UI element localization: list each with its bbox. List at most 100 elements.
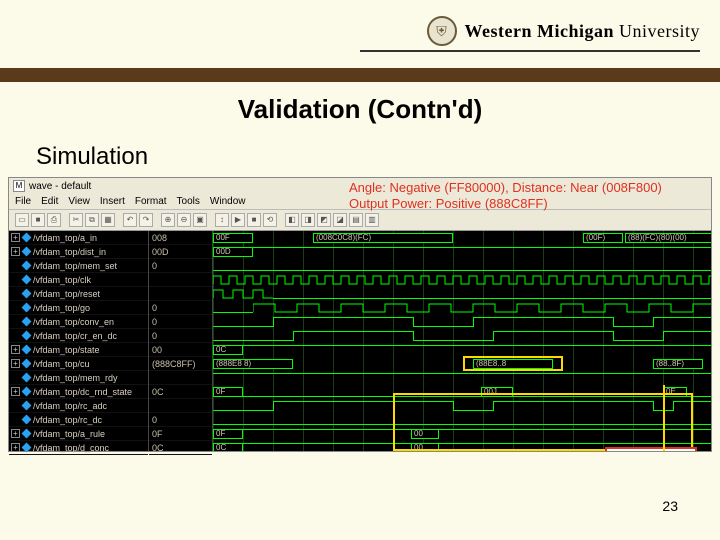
signal-diamond-icon [22,275,32,285]
signal-diamond-icon [22,317,32,327]
signal-row[interactable]: + /vfdam_top/a_rule [9,427,148,441]
signal-row[interactable]: + /vfdam_top/a_in [9,231,148,245]
signal-name: /vfdam_top/dc_rnd_state [33,387,132,397]
signal-name: /vfdam_top/state [33,345,100,355]
tool-redo-icon[interactable]: ↷ [139,213,153,227]
tool-restart-icon[interactable]: ⟲ [263,213,277,227]
signal-row[interactable]: + /vfdam_top/d_conc [9,441,148,455]
tool-misc6-icon[interactable]: ▥ [365,213,379,227]
signal-row[interactable]: /vfdam_top/clk [9,273,148,287]
signal-diamond-icon [22,247,32,257]
signal-row[interactable]: /vfdam_top/rc_adc [9,399,148,413]
signal-name: /vfdam_top/d_conc [33,443,109,453]
highlight-box-states [393,393,693,451]
signal-value [149,399,212,413]
expand-icon[interactable]: + [11,429,20,438]
tool-misc2-icon[interactable]: ◨ [301,213,315,227]
page-title: Validation (Contn'd) [0,94,720,125]
tool-misc4-icon[interactable]: ◪ [333,213,347,227]
signal-value: 0C [149,441,212,455]
signal-value: 0F [149,427,212,441]
highlight-box [463,356,563,371]
signal-value: 0 [149,413,212,427]
tool-print-icon[interactable]: ⎙ [47,213,61,227]
signal-name: /vfdam_top/dist_in [33,247,106,257]
signal-diamond-icon [22,373,32,383]
tool-misc5-icon[interactable]: ▤ [349,213,363,227]
signal-value: 0C [149,385,212,399]
signal-diamond-icon [22,443,32,453]
header-divider [360,50,700,52]
signal-name: /vfdam_top/a_in [33,233,97,243]
signal-name: /vfdam_top/cr_en_dc [33,331,117,341]
signal-row[interactable]: + /vfdam_top/state [9,343,148,357]
tool-copy-icon[interactable]: ⧉ [85,213,99,227]
signal-names-panel: + /vfdam_top/a_in + /vfdam_top/dist_in/vfda… [9,231,149,451]
expand-icon[interactable]: + [11,233,20,242]
expand-icon[interactable]: + [11,359,20,368]
expand-icon[interactable]: + [11,345,20,354]
toolbar: ▭ ■ ⎙ ✂ ⧉ ▦ ↶ ↷ ⊕ ⊖ ▣ ↕ ▶ ■ ⟲ ◧ ◨ ◩ ◪ ▤ … [9,210,711,231]
menu-insert[interactable]: Insert [100,196,125,207]
tool-paste-icon[interactable]: ▦ [101,213,115,227]
menu-view[interactable]: View [68,196,90,207]
expand-icon[interactable]: + [11,443,20,452]
annotation-angle-distance: Angle: Negative (FF80000), Distance: Nea… [349,180,662,195]
signal-row[interactable]: /vfdam_top/conv_en [9,315,148,329]
signal-value: 0 [149,315,212,329]
tool-zoomout-icon[interactable]: ⊖ [177,213,191,227]
tool-save-icon[interactable]: ■ [31,213,45,227]
tool-open-icon[interactable]: ▭ [15,213,29,227]
tool-undo-icon[interactable]: ↶ [123,213,137,227]
signal-row[interactable]: /vfdam_top/mem_rdy [9,371,148,385]
signal-name: /vfdam_top/a_rule [33,429,105,439]
signal-row[interactable]: + /vfdam_top/dc_rnd_state [9,385,148,399]
tool-cursor-icon[interactable]: ↕ [215,213,229,227]
signal-value: 00 [149,343,212,357]
signal-value [149,273,212,287]
signal-value [149,371,212,385]
signal-value: 00D [149,245,212,259]
waveform-panel[interactable]: 00F(008C0C8)(FC)(00F)(88)(FC)(80)(00)00D… [213,231,711,451]
expand-icon[interactable]: + [11,247,20,256]
signal-diamond-icon [22,359,32,369]
tool-cut-icon[interactable]: ✂ [69,213,83,227]
signal-row[interactable]: /vfdam_top/go [9,301,148,315]
signal-row[interactable]: /vfdam_top/mem_set [9,259,148,273]
signal-value: 0 [149,259,212,273]
menu-file[interactable]: File [15,196,31,207]
university-name: Western Michigan University [465,21,701,42]
menu-format[interactable]: Format [135,196,167,207]
tool-run-icon[interactable]: ▶ [231,213,245,227]
waveform-body: + /vfdam_top/a_in + /vfdam_top/dist_in/vfda… [9,231,711,451]
decor-bar [0,68,720,82]
tool-misc1-icon[interactable]: ◧ [285,213,299,227]
signal-diamond-icon [22,261,32,271]
signal-diamond-icon [22,345,32,355]
signal-row[interactable]: /vfdam_top/cr_en_dc [9,329,148,343]
menu-window[interactable]: Window [210,196,246,207]
simulator-window: M wave - default File Edit View Insert F… [8,177,712,452]
menu-tools[interactable]: Tools [177,196,200,207]
tool-stop-icon[interactable]: ■ [247,213,261,227]
annotation-output-power: Output Power: Positive (888C8FF) [349,196,548,211]
signal-value: (888C8FF) [149,357,212,371]
page-number: 23 [662,498,678,514]
signal-diamond-icon [22,289,32,299]
tool-misc3-icon[interactable]: ◩ [317,213,331,227]
signal-name: /vfdam_top/go [33,303,90,313]
signal-row[interactable]: + /vfdam_top/dist_in [9,245,148,259]
menu-edit[interactable]: Edit [41,196,58,207]
signal-value: 0 [149,329,212,343]
signal-value: 008 [149,231,212,245]
signal-row[interactable]: /vfdam_top/rc_dc [9,413,148,427]
callout-state-transition: State2 -> State3 [605,447,697,451]
section-heading: Simulation [36,143,720,171]
signal-row[interactable]: /vfdam_top/reset [9,287,148,301]
signal-diamond-icon [22,387,32,397]
tool-fit-icon[interactable]: ▣ [193,213,207,227]
tool-zoom-icon[interactable]: ⊕ [161,213,175,227]
signal-row[interactable]: +/vfdam_top/cu [9,357,148,371]
signal-values-panel: 00800D000000(888C8FF)0C00F0C [149,231,213,451]
expand-icon[interactable]: + [11,387,20,396]
